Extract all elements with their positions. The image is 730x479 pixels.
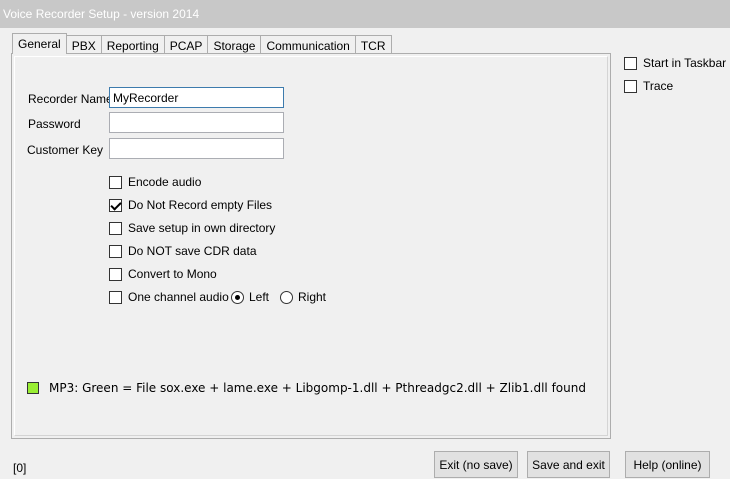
convert-to-mono-option[interactable]: Convert to Mono — [109, 267, 217, 281]
mp3-status-indicator — [27, 382, 39, 394]
convert-to-mono-label: Convert to Mono — [128, 267, 217, 281]
password-input[interactable] — [109, 112, 284, 133]
one-channel-audio-label: One channel audio — [128, 290, 229, 304]
window-title: Voice Recorder Setup - version 2014 — [3, 7, 200, 21]
start-in-taskbar-option[interactable]: Start in Taskbar — [624, 56, 726, 70]
channel-left-label: Left — [249, 290, 270, 304]
customer-key-label: Customer Key — [27, 143, 104, 157]
do-not-save-cdr-checkbox[interactable] — [109, 244, 122, 258]
exit-no-save-button[interactable]: Exit (no save) — [434, 451, 518, 478]
encode-audio-label: Encode audio — [128, 175, 202, 189]
tab-storage[interactable]: Storage — [207, 35, 262, 54]
recorder-name-label: Recorder Name — [28, 92, 113, 106]
encode-audio-option[interactable]: Encode audio — [109, 175, 201, 189]
channel-left-option[interactable]: Left — [231, 290, 269, 304]
do-not-record-empty-label: Do Not Record empty Files — [128, 198, 273, 212]
tab-pcap[interactable]: PCAP — [163, 35, 209, 54]
channel-right-radio[interactable] — [280, 290, 293, 304]
save-setup-own-dir-checkbox[interactable] — [109, 221, 122, 235]
trace-label: Trace — [643, 79, 674, 93]
save-setup-own-dir-option[interactable]: Save setup in own directory — [109, 221, 275, 235]
tab-tcr[interactable]: TCR — [354, 35, 392, 54]
recorder-name-input[interactable] — [109, 87, 284, 108]
trace-checkbox[interactable] — [624, 79, 637, 93]
channel-left-radio[interactable] — [231, 290, 244, 304]
status-counter: [0] — [13, 461, 27, 475]
save-setup-own-dir-label: Save setup in own directory — [128, 221, 276, 235]
window-titlebar: Voice Recorder Setup - version 2014 — [0, 0, 730, 28]
one-channel-audio-option[interactable]: One channel audio — [109, 290, 229, 304]
trace-option[interactable]: Trace — [624, 79, 673, 93]
channel-right-option[interactable]: Right — [280, 290, 326, 304]
channel-right-label: Right — [298, 290, 327, 304]
convert-to-mono-checkbox[interactable] — [109, 267, 122, 281]
do-not-save-cdr-label: Do NOT save CDR data — [128, 244, 257, 258]
password-label: Password — [28, 117, 81, 131]
tab-reporting[interactable]: Reporting — [100, 35, 165, 54]
save-and-exit-button[interactable]: Save and exit — [527, 451, 610, 478]
customer-key-input[interactable] — [109, 138, 284, 159]
encode-audio-checkbox[interactable] — [109, 175, 122, 189]
do-not-record-empty-checkbox[interactable] — [109, 198, 122, 212]
do-not-save-cdr-option[interactable]: Do NOT save CDR data — [109, 244, 257, 258]
tab-general[interactable]: General — [12, 33, 67, 54]
mp3-status-text: MP3: Green = File sox.exe + lame.exe + L… — [49, 381, 586, 395]
help-online-button[interactable]: Help (online) — [625, 451, 710, 478]
start-in-taskbar-label: Start in Taskbar — [643, 56, 727, 70]
tab-communication[interactable]: Communication — [260, 35, 356, 54]
tab-strip: General PBX Reporting PCAP Storage Commu… — [12, 33, 392, 54]
do-not-record-empty-option[interactable]: Do Not Record empty Files — [109, 198, 272, 212]
start-in-taskbar-checkbox[interactable] — [624, 56, 637, 70]
tab-pbx[interactable]: PBX — [65, 35, 102, 54]
one-channel-audio-checkbox[interactable] — [109, 290, 122, 304]
tab-panel-border — [14, 56, 608, 436]
